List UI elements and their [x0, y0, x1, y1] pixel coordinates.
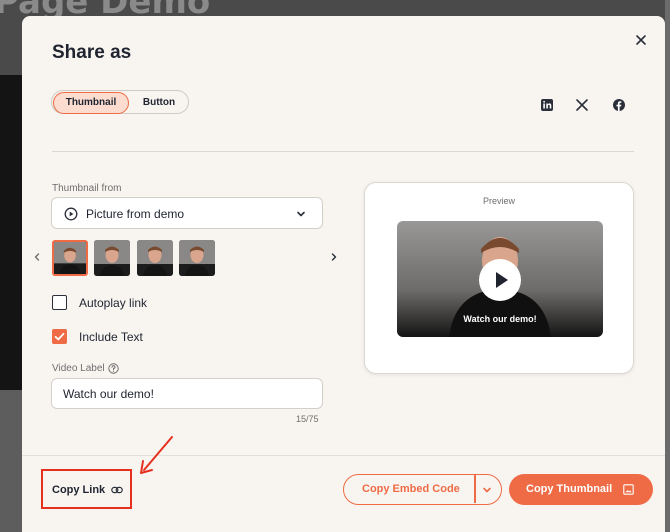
red-arrow-annotation [140, 436, 173, 474]
thumbnail-option[interactable] [179, 240, 215, 276]
copy-thumbnail-button[interactable]: Copy Thumbnail [509, 474, 653, 505]
thumbnail-from-label: Thumbnail from [52, 183, 122, 194]
chevron-down-icon[interactable] [482, 485, 492, 495]
character-counter: 15/75 [296, 414, 319, 424]
linkedin-icon[interactable] [540, 98, 554, 112]
thumbnail-option[interactable] [94, 240, 130, 276]
thumbnail-option[interactable] [52, 240, 88, 276]
check-icon [54, 332, 65, 341]
preview-card: Preview Watch our demo! [364, 182, 634, 374]
footer-divider [22, 455, 665, 456]
copy-embed-code-button[interactable]: Copy Embed Code [343, 474, 502, 505]
tab-thumbnail[interactable]: Thumbnail [53, 92, 129, 114]
thumbnail-source-value: Picture from demo [86, 207, 185, 221]
image-icon [623, 484, 634, 495]
copy-link-label: Copy Link [52, 484, 106, 496]
person-thumbnail-image [137, 240, 173, 276]
preview-label: Preview [482, 196, 515, 206]
preview-caption: Watch our demo! [463, 314, 537, 324]
tab-button[interactable]: Button [130, 92, 188, 114]
video-label-caption: Video Label [52, 363, 105, 374]
copy-thumbnail-label: Copy Thumbnail [526, 483, 613, 495]
thumbnail-source-select[interactable]: Picture from demo [51, 197, 323, 229]
include-text-label: Include Text [79, 330, 143, 344]
facebook-icon[interactable] [612, 98, 626, 112]
chevron-right-icon[interactable] [329, 252, 339, 262]
autoplay-label: Autoplay link [79, 296, 148, 310]
share-modal: Share as Thumbnail Button Thumbnail from… [22, 16, 665, 532]
x-icon[interactable] [575, 98, 589, 112]
close-icon[interactable] [633, 32, 649, 48]
copy-embed-code-label: Copy Embed Code [362, 483, 460, 495]
person-thumbnail-image [179, 240, 215, 276]
copy-link-button[interactable]: Copy Link [41, 469, 132, 509]
share-type-toggle: Thumbnail Button [51, 90, 189, 114]
background-video-area [0, 75, 22, 390]
link-icon [111, 486, 123, 494]
background-panel [0, 390, 22, 532]
background-edge [665, 0, 670, 532]
play-button-icon[interactable] [478, 258, 522, 302]
chevron-left-icon[interactable] [32, 252, 42, 262]
person-thumbnail-image [94, 240, 130, 276]
modal-title: Share as [52, 42, 132, 63]
video-label-input[interactable] [51, 378, 323, 409]
thumbnail-option[interactable] [137, 240, 173, 276]
chevron-down-icon [297, 211, 305, 217]
play-circle-icon [64, 207, 78, 221]
embed-split-divider [474, 475, 476, 503]
section-divider [52, 151, 634, 152]
preview-video[interactable]: Watch our demo! [397, 221, 603, 337]
person-thumbnail-image [54, 242, 86, 274]
autoplay-checkbox[interactable] [52, 295, 67, 310]
help-circle-icon[interactable] [108, 363, 119, 374]
include-text-checkbox[interactable] [52, 329, 67, 344]
